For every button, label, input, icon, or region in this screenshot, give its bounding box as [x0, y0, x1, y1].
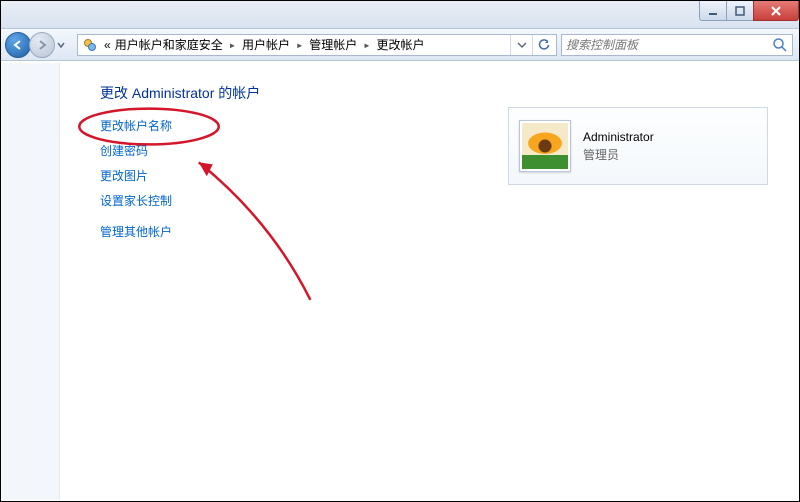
nav-history-dropdown[interactable]: [55, 33, 67, 57]
search-input[interactable]: [566, 38, 772, 52]
search-box[interactable]: [561, 34, 793, 56]
search-icon: [772, 37, 788, 53]
breadcrumb-item[interactable]: 管理帐户: [307, 36, 359, 53]
breadcrumb-item[interactable]: 用户帐户和家庭安全: [113, 36, 225, 53]
address-bar-buttons: [510, 35, 554, 55]
user-info: Administrator 管理员: [583, 128, 654, 164]
breadcrumb: « 用户帐户和家庭安全 ▸ 用户帐户 ▸ 管理帐户 ▸ 更改帐户: [102, 36, 426, 53]
maximize-icon: [734, 5, 746, 17]
refresh-icon: [538, 39, 550, 51]
user-tile: Administrator 管理员: [508, 107, 768, 185]
navigation-bar: « 用户帐户和家庭安全 ▸ 用户帐户 ▸ 管理帐户 ▸ 更改帐户: [1, 29, 799, 61]
forward-button[interactable]: [29, 32, 55, 58]
close-icon: [770, 5, 782, 17]
change-picture-link[interactable]: 更改图片: [100, 169, 148, 183]
control-panel-icon: [82, 37, 98, 53]
minimize-icon: [707, 5, 719, 17]
chevron-right-icon: ▸: [359, 38, 374, 52]
main-panel: 更改 Administrator 的帐户 更改帐户名称 创建密码 更改图片 设置…: [60, 63, 798, 500]
window-maximize-button[interactable]: [726, 1, 754, 21]
address-dropdown-button[interactable]: [510, 35, 532, 55]
chevron-down-icon: [517, 40, 527, 50]
arrow-right-icon: [36, 39, 48, 51]
change-account-name-link[interactable]: 更改帐户名称: [100, 119, 172, 133]
nav-arrows: [5, 32, 67, 58]
address-bar[interactable]: « 用户帐户和家庭安全 ▸ 用户帐户 ▸ 管理帐户 ▸ 更改帐户: [77, 34, 557, 56]
breadcrumb-item[interactable]: 更改帐户: [374, 36, 426, 53]
breadcrumb-item[interactable]: 用户帐户: [240, 36, 292, 53]
user-role: 管理员: [583, 146, 654, 164]
arrow-left-icon: [12, 39, 24, 51]
avatar: [519, 120, 571, 172]
window-minimize-button[interactable]: [699, 1, 727, 21]
back-button[interactable]: [5, 32, 31, 58]
chevron-down-icon: [57, 41, 65, 49]
create-password-link[interactable]: 创建密码: [100, 144, 148, 158]
refresh-button[interactable]: [532, 35, 554, 55]
window-titlebar: [1, 1, 799, 29]
user-name: Administrator: [583, 128, 654, 146]
chevron-right-icon: ▸: [292, 38, 307, 52]
content-area: 更改 Administrator 的帐户 更改帐户名称 创建密码 更改图片 设置…: [2, 62, 798, 500]
avatar-image: [522, 123, 568, 169]
page-title: 更改 Administrator 的帐户: [100, 83, 768, 103]
chevron-right-icon: ▸: [225, 38, 240, 52]
left-rail: [2, 63, 60, 500]
manage-other-accounts-link[interactable]: 管理其他帐户: [100, 225, 172, 239]
window-close-button[interactable]: [753, 1, 799, 21]
parental-controls-link[interactable]: 设置家长控制: [100, 194, 172, 208]
breadcrumb-prefix: «: [102, 38, 113, 52]
window-controls: [700, 1, 799, 21]
